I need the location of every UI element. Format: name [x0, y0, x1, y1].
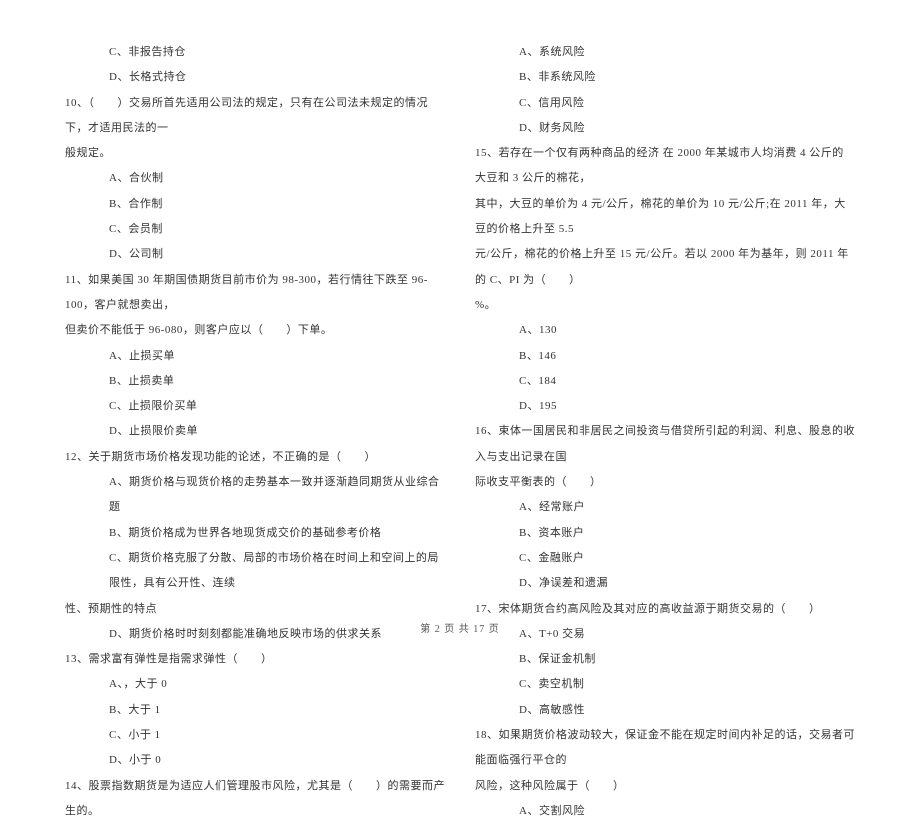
text-line: B、期货价格成为世界各地现货成交价的基础参考价格 [65, 521, 445, 546]
text-line: 际收支平衡表的（ ） [475, 470, 855, 495]
text-line: D、长格式持仓 [65, 65, 445, 90]
text-line: B、合作制 [65, 192, 445, 217]
text-line: C、184 [475, 369, 855, 394]
text-line: 但卖价不能低于 96-080，则客户应以（ ）下单。 [65, 318, 445, 343]
text-line: D、小于 0 [65, 748, 445, 773]
text-line: 13、需求富有弹性是指需求弹性（ ） [65, 647, 445, 672]
text-line: C、止损限价买单 [65, 394, 445, 419]
text-line: C、会员制 [65, 217, 445, 242]
left-column: C、非报告持仓D、长格式持仓10、（ ）交易所首先适用公司法的规定，只有在公司法… [65, 40, 445, 610]
text-line: C、金融账户 [475, 546, 855, 571]
text-line: D、止损限价卖单 [65, 419, 445, 444]
text-line: 17、宋体期货合约高风险及其对应的高收益源于期货交易的（ ） [475, 597, 855, 622]
text-line: A、合伙制 [65, 166, 445, 191]
text-line: %。 [475, 293, 855, 318]
text-line: 16、束体一国居民和非居民之间投资与借贷所引起的利润、利息、股息的收入与支出记录… [475, 419, 855, 470]
text-line: A、，大于 0 [65, 672, 445, 697]
text-line: A、经常账户 [475, 495, 855, 520]
text-line: 性、预期性的特点 [65, 597, 445, 622]
text-line: B、保证金机制 [475, 647, 855, 672]
two-column-layout: C、非报告持仓D、长格式持仓10、（ ）交易所首先适用公司法的规定，只有在公司法… [65, 40, 855, 610]
text-line: C、非报告持仓 [65, 40, 445, 65]
text-line: D、195 [475, 394, 855, 419]
text-line: A、期货价格与现货价格的走势基本一致并逐渐趋同期货从业综合题 [65, 470, 445, 521]
text-line: B、止损卖单 [65, 369, 445, 394]
text-line: D、财务风险 [475, 116, 855, 141]
text-line: C、期货价格克服了分散、局部的市场价格在时间上和空间上的局限性，具有公开性、连续 [65, 546, 445, 597]
text-line: D、净误差和遗漏 [475, 571, 855, 596]
text-line: C、卖空机制 [475, 672, 855, 697]
right-column: A、系统风险B、非系统风险C、信用风险D、财务风险15、若存在一个仅有两种商品的… [475, 40, 855, 610]
text-line: 15、若存在一个仅有两种商品的经济 在 2000 年某城市人均消费 4 公斤的大… [475, 141, 855, 192]
text-line: A、130 [475, 318, 855, 343]
text-line: 12、关于期货市场价格发现功能的论述，不正确的是（ ） [65, 445, 445, 470]
page-footer: 第 2 页 共 17 页 [0, 620, 920, 635]
text-line: 11、如果美国 30 年期国债期货目前市价为 98-300，若行情往下跌至 96… [65, 268, 445, 319]
text-line: B、非系统风险 [475, 65, 855, 90]
text-line: B、大于 1 [65, 698, 445, 723]
text-line: C、信用风险 [475, 91, 855, 116]
text-line: D、公司制 [65, 242, 445, 267]
text-line: 元/公斤，棉花的价格上升至 15 元/公斤。若以 2000 年为基年，则 201… [475, 242, 855, 293]
text-line: B、资本账户 [475, 521, 855, 546]
text-line: 般规定。 [65, 141, 445, 166]
text-line: A、交割风险 [475, 799, 855, 824]
text-line: D、高敏感性 [475, 698, 855, 723]
text-line: 14、股票指数期货是为适应人们管理股市风险，尤其是（ ）的需要而产生的。 [65, 774, 445, 824]
text-line: B、146 [475, 344, 855, 369]
text-line: A、系统风险 [475, 40, 855, 65]
text-line: 风险，这种风险属于（ ） [475, 774, 855, 799]
text-line: C、小于 1 [65, 723, 445, 748]
text-line: A、止损买单 [65, 344, 445, 369]
text-line: 其中，大豆的单价为 4 元/公斤，棉花的单价为 10 元/公斤;在 2011 年… [475, 192, 855, 243]
text-line: 10、（ ）交易所首先适用公司法的规定，只有在公司法未规定的情况下，才适用民法的… [65, 91, 445, 142]
text-line: 18、如果期货价格波动较大，保证金不能在规定时间内补足的话，交易者可能面临强行平… [475, 723, 855, 774]
